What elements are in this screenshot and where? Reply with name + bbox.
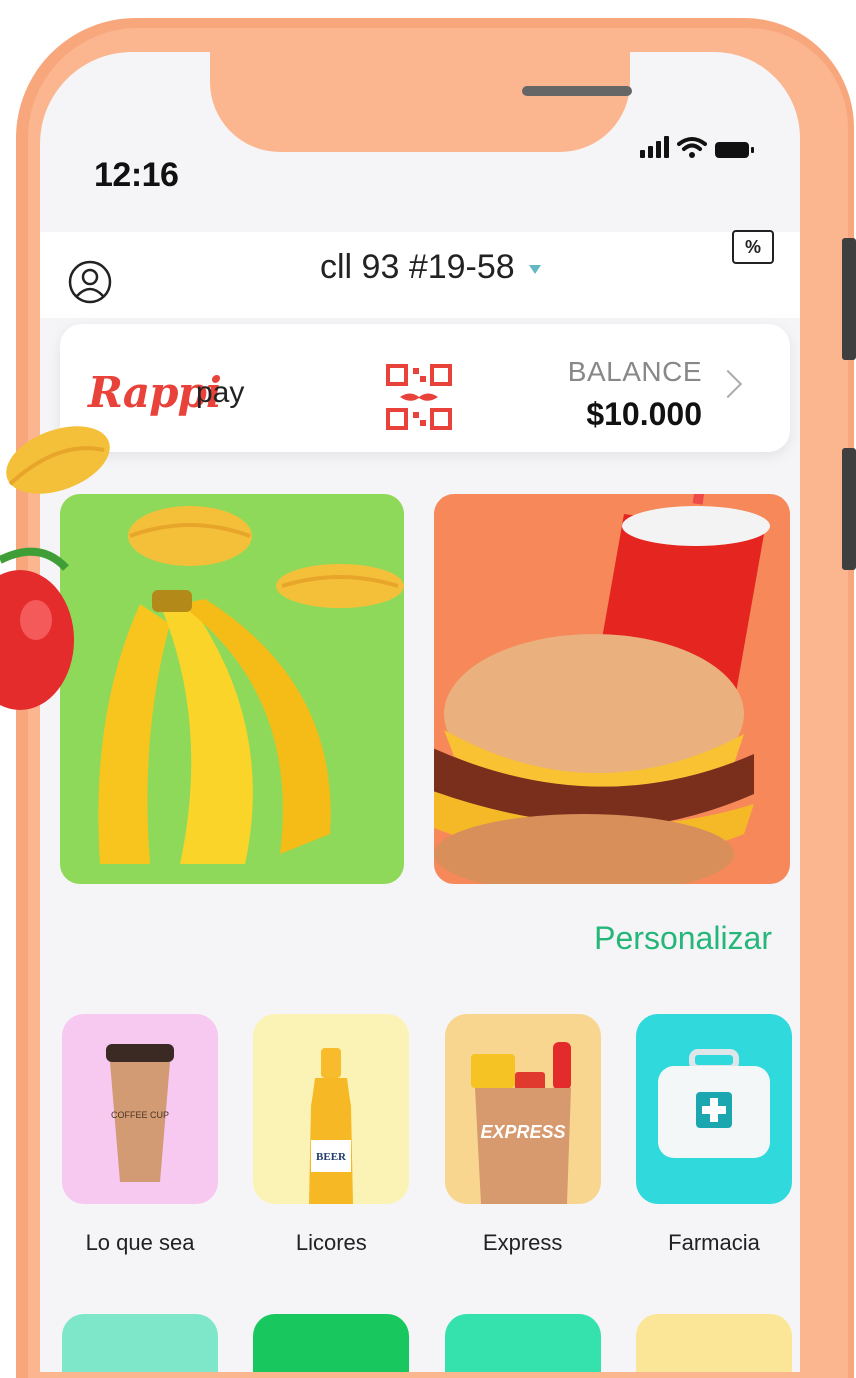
beer-bottle-icon: BEER [309,1048,354,1204]
category-label: Lo que sea [85,1230,195,1255]
category-label: Express [482,1230,563,1255]
grocery-bag-icon: EXPRESS [470,1042,571,1204]
coffee-cup-icon: COFFEE CUP [106,1044,174,1182]
balance-label: BALANCE [567,356,702,387]
banner-groceries[interactable] [60,494,404,884]
category-grid: COFFEE CUP Lo que sea BEER Licores EXPRE… [62,1014,792,1256]
status-icons [640,136,754,158]
qr-code-icon[interactable] [386,364,452,430]
burger-illustration [434,494,770,884]
address-text: cll 93 #19-58 [320,248,515,286]
personalize-link[interactable]: Personalizar [594,920,772,957]
phone-screen: 12:16 cll 93 #19-58 % Rappi pay BALANCE … [40,52,800,1372]
category-express[interactable]: EXPRESS Express [444,1014,601,1256]
balance-value: $10.000 [586,396,702,432]
battery-icon [715,142,754,158]
category-label: Farmacia [668,1230,760,1255]
bananas-illustration [98,506,404,864]
category-tile-partial[interactable] [635,1314,792,1372]
category-tile [635,1014,792,1204]
banner-restaurants[interactable] [434,494,790,884]
volume-down-button [842,448,856,570]
category-grid-row-2 [62,1314,792,1372]
category-label: Licores [295,1230,367,1255]
category-tile: EXPRESS [444,1014,601,1204]
svg-text:BEER: BEER [316,1151,347,1163]
speaker [522,86,632,96]
address-selector[interactable]: cll 93 #19-58 [320,248,541,287]
status-time: 12:16 [94,156,179,194]
svg-text:EXPRESS: EXPRESS [480,1122,565,1142]
first-aid-kit-icon [657,1049,770,1158]
caret-down-icon [528,265,541,274]
category-licores[interactable]: BEER Licores [253,1014,410,1256]
category-tile: COFFEE CUP [62,1014,218,1204]
signal-icon [640,136,669,158]
category-tile: BEER [253,1014,410,1204]
category-tile-partial[interactable] [253,1314,410,1372]
svg-text:COFFEE CUP: COFFEE CUP [111,1110,169,1120]
notch [210,52,632,152]
chevron-right-icon [713,369,743,399]
category-tile-partial[interactable] [62,1314,218,1372]
category-lo-que-sea[interactable]: COFFEE CUP Lo que sea [62,1014,218,1256]
apple-chip-decoration [0,426,110,710]
wifi-icon [677,137,707,158]
volume-up-button [842,238,856,360]
rappi-pay-card[interactable]: Rappi pay BALANCE $10.000 [60,324,790,452]
category-farmacia[interactable]: Farmacia [635,1014,792,1256]
pay-label: pay [196,376,245,409]
promo-icon[interactable]: % [732,230,774,264]
profile-icon[interactable] [68,260,112,304]
category-tile-partial[interactable] [444,1314,601,1372]
